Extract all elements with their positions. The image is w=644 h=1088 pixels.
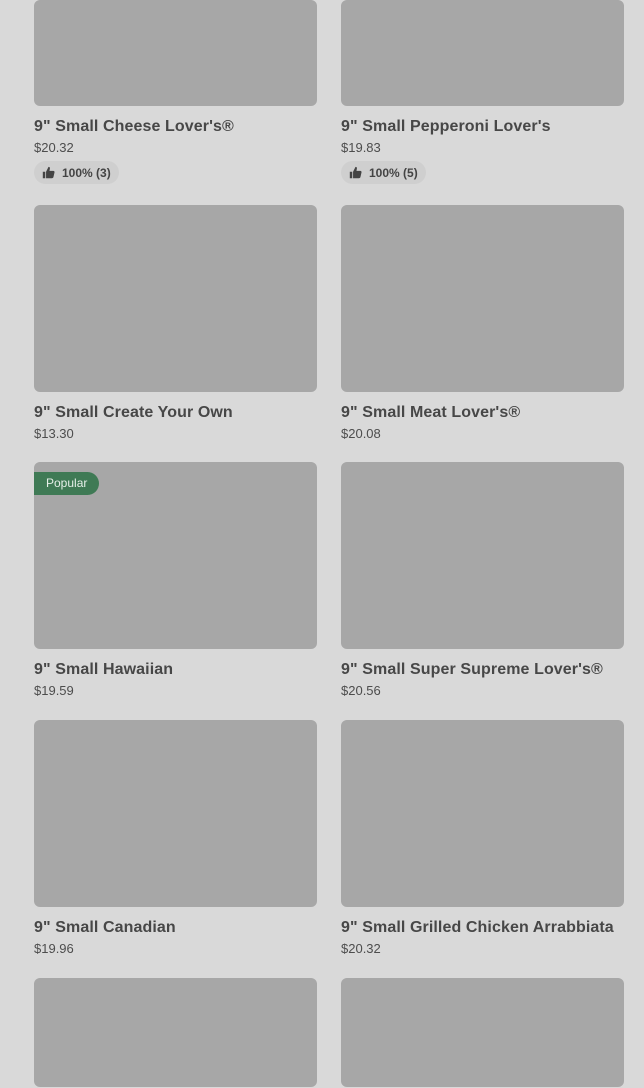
product-list-page: 9" Small Cheese Lover's® $20.32 100% (3)… xyxy=(0,0,644,1088)
product-name[interactable]: 9" Small Meat Lover's® xyxy=(341,404,624,422)
product-name[interactable]: 9" Small Hawaiian xyxy=(34,661,317,679)
product-name[interactable]: 9" Small Grilled Chicken Arrabbiata xyxy=(341,919,624,937)
product-image[interactable] xyxy=(34,720,317,907)
product-image[interactable] xyxy=(341,978,624,1087)
product-price: $19.83 xyxy=(341,139,381,155)
product-price: $13.30 xyxy=(34,425,74,441)
product-image[interactable] xyxy=(34,978,317,1087)
product-price: $19.59 xyxy=(34,682,74,698)
thumbs-up-icon xyxy=(42,167,55,179)
product-image[interactable]: Popular xyxy=(34,462,317,649)
product-name[interactable]: 9" Small Pepperoni Lover's xyxy=(341,118,624,136)
product-price: $20.08 xyxy=(341,425,381,441)
product-image[interactable] xyxy=(341,720,624,907)
product-card-grilled-chicken-arrabbiata[interactable]: 9" Small Grilled Chicken Arrabbiata $20.… xyxy=(341,720,624,978)
product-price: $19.96 xyxy=(34,940,74,956)
product-card-partial[interactable] xyxy=(34,978,317,1088)
product-price: $20.32 xyxy=(341,940,381,956)
product-card-create-your-own[interactable]: 9" Small Create Your Own $13.30 xyxy=(34,205,317,462)
product-grid: 9" Small Cheese Lover's® $20.32 100% (3)… xyxy=(34,0,624,1088)
product-card-cheese-lovers[interactable]: 9" Small Cheese Lover's® $20.32 100% (3) xyxy=(34,0,317,205)
product-card-meat-lovers[interactable]: 9" Small Meat Lover's® $20.08 xyxy=(341,205,624,462)
product-card-super-supreme-lovers[interactable]: 9" Small Super Supreme Lover's® $20.56 xyxy=(341,462,624,720)
product-image[interactable] xyxy=(34,205,317,392)
product-name[interactable]: 9" Small Create Your Own xyxy=(34,404,317,422)
product-image[interactable] xyxy=(341,462,624,649)
rating-badge: 100% (3) xyxy=(34,161,119,185)
product-image[interactable] xyxy=(341,205,624,392)
product-price: $20.56 xyxy=(341,682,381,698)
product-name[interactable]: 9" Small Super Supreme Lover's® xyxy=(341,661,624,679)
thumbs-up-icon xyxy=(349,167,362,179)
product-card-hawaiian[interactable]: Popular 9" Small Hawaiian $19.59 xyxy=(34,462,317,720)
product-card-pepperoni-lovers[interactable]: 9" Small Pepperoni Lover's $19.83 100% (… xyxy=(341,0,624,205)
product-card-canadian[interactable]: 9" Small Canadian $19.96 xyxy=(34,720,317,978)
rating-text: 100% (3) xyxy=(62,165,111,180)
product-image[interactable] xyxy=(341,0,624,106)
rating-text: 100% (5) xyxy=(369,165,418,180)
product-image[interactable] xyxy=(34,0,317,106)
product-name[interactable]: 9" Small Cheese Lover's® xyxy=(34,118,317,136)
product-card-partial[interactable] xyxy=(341,978,624,1088)
product-name[interactable]: 9" Small Canadian xyxy=(34,919,317,937)
popular-badge: Popular xyxy=(34,472,100,495)
product-price: $20.32 xyxy=(34,139,74,155)
rating-badge: 100% (5) xyxy=(341,161,426,185)
